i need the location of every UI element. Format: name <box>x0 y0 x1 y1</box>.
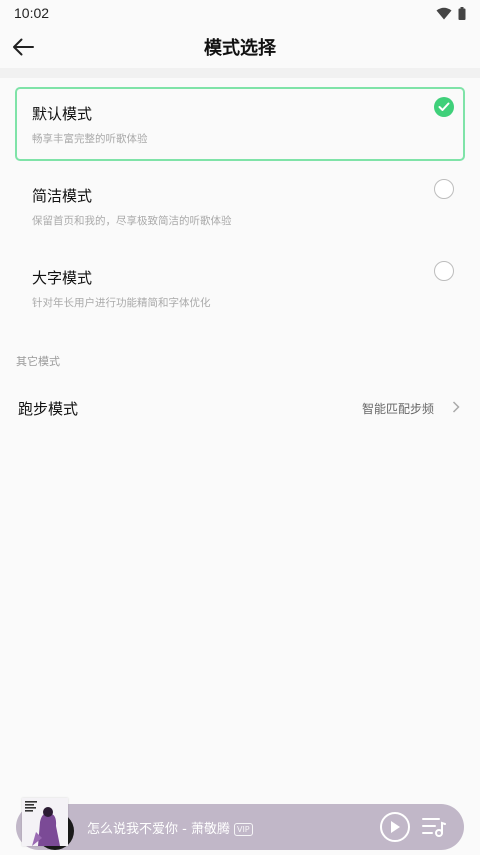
back-arrow-icon <box>13 38 34 56</box>
chevron-right-icon <box>452 401 460 413</box>
vip-badge: VIP <box>233 823 253 836</box>
radio-selected[interactable] <box>434 97 454 117</box>
play-button[interactable] <box>380 812 410 842</box>
album-cover[interactable] <box>22 798 68 846</box>
run-mode-row[interactable]: 跑步模式 智能匹配步频 <box>0 386 480 430</box>
battery-icon <box>458 6 466 20</box>
run-mode-value: 智能匹配步频 <box>361 401 434 416</box>
run-mode-title: 跑步模式 <box>18 399 79 418</box>
radio-unselected[interactable] <box>434 261 454 281</box>
status-icons <box>436 6 466 20</box>
header-divider <box>0 68 480 78</box>
mode-title: 大字模式 <box>32 269 93 287</box>
mode-card-default[interactable]: 默认模式 畅享丰富完整的听歌体验 <box>15 87 465 161</box>
status-bar: 10:02 <box>0 0 480 26</box>
album-art <box>22 798 68 846</box>
playlist-icon[interactable] <box>422 816 446 838</box>
check-icon <box>438 102 450 111</box>
radio-unselected[interactable] <box>434 179 454 199</box>
back-button[interactable] <box>8 32 38 62</box>
status-time: 10:02 <box>14 5 50 21</box>
mode-title: 简洁模式 <box>32 187 93 205</box>
page-title: 模式选择 <box>204 38 276 59</box>
mode-card-large-font[interactable]: 大字模式 针对年长用户进行功能精简和字体优化 <box>15 251 465 325</box>
mode-desc: 针对年长用户进行功能精简和字体优化 <box>32 297 211 309</box>
mode-title: 默认模式 <box>32 105 93 123</box>
section-label: 其它模式 <box>16 355 60 368</box>
mode-desc: 保留首页和我的，尽享极致简洁的听歌体验 <box>32 215 232 227</box>
mini-player[interactable]: 怎么说我不爱你 - 萧敬腾 VIP <box>16 798 464 850</box>
mode-card-simple[interactable]: 简洁模式 保留首页和我的，尽享极致简洁的听歌体验 <box>15 169 465 243</box>
mode-desc: 畅享丰富完整的听歌体验 <box>32 133 148 145</box>
now-playing-title: 怎么说我不爱你 - 萧敬腾 VIP <box>87 818 253 837</box>
wifi-icon <box>436 7 452 19</box>
header: 模式选择 <box>0 28 480 66</box>
play-icon <box>391 821 400 833</box>
